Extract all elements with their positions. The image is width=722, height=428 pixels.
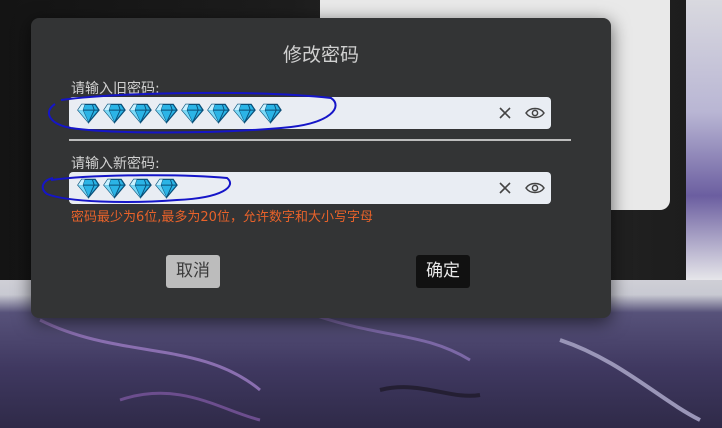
eye-icon[interactable] xyxy=(525,103,545,123)
gem-icon xyxy=(129,178,152,199)
old-password-field[interactable] xyxy=(69,97,551,129)
close-icon[interactable] xyxy=(495,103,515,123)
old-password-label: 请输入旧密码: xyxy=(71,81,160,97)
background-artwork-lines xyxy=(39,308,701,422)
gem-icon xyxy=(155,103,178,124)
background-artwork xyxy=(686,0,722,280)
dialog-title: 修改密码 xyxy=(282,44,359,66)
password-hint: 密码最少为6位,最多为20位，允许数字和大小写字母 xyxy=(71,210,373,225)
gem-icon xyxy=(259,103,282,124)
new-password-label: 请输入新密码: xyxy=(71,156,160,172)
eye-icon[interactable] xyxy=(525,178,545,198)
gem-icon xyxy=(103,103,126,124)
old-password-mask xyxy=(77,102,282,124)
gem-icon xyxy=(155,178,178,199)
gem-icon xyxy=(233,103,256,124)
close-icon[interactable] xyxy=(495,178,515,198)
confirm-button[interactable]: 确定 xyxy=(416,255,470,288)
gem-icon xyxy=(103,178,126,199)
new-password-field[interactable] xyxy=(69,172,551,204)
gem-icon xyxy=(207,103,230,124)
new-password-mask xyxy=(77,177,178,199)
gem-icon xyxy=(77,103,100,124)
gem-icon xyxy=(77,178,100,199)
divider xyxy=(69,139,571,141)
gem-icon xyxy=(181,103,204,124)
gem-icon xyxy=(129,103,152,124)
cancel-button[interactable]: 取消 xyxy=(166,255,220,288)
change-password-dialog: 修改密码 请输入旧密码: 请输入新密码: 密码最少为6位,最多为20位，允许数字… xyxy=(31,18,611,318)
